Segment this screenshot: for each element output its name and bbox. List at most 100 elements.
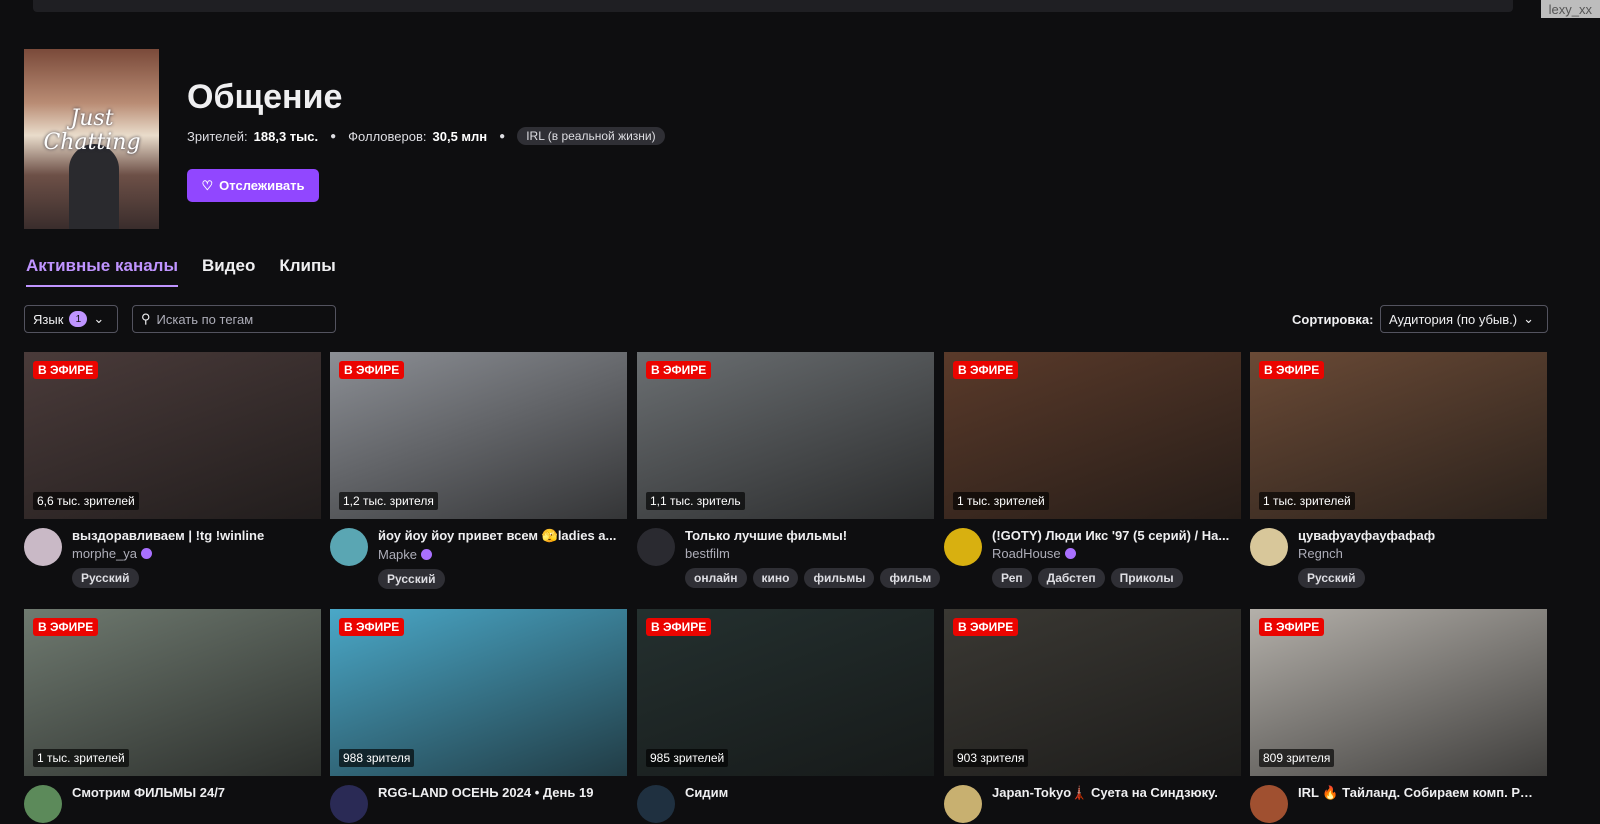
viewer-count: 1 тыс. зрителей	[953, 492, 1049, 510]
channel-name[interactable]: Mapke	[378, 547, 417, 562]
viewer-count: 188,3 тыс.	[253, 128, 319, 144]
channel-name[interactable]: Regnch	[1298, 546, 1343, 561]
stream-card[interactable]: В ЭФИРЕ 6,6 тыс. зрителей выздоравливаем…	[24, 352, 321, 588]
viewer-count: 809 зрителя	[1259, 749, 1335, 767]
channel-avatar[interactable]	[637, 785, 675, 823]
stream-tag[interactable]: фильм	[880, 568, 941, 588]
stream-card[interactable]: В ЭФИРЕ 1 тыс. зрителей цувафуауфауфафаф…	[1250, 352, 1547, 588]
viewer-count: 1 тыс. зрителей	[1259, 492, 1355, 510]
page-title: Общение	[187, 78, 343, 116]
stream-tag[interactable]: Реп	[992, 568, 1032, 588]
stream-title[interactable]: выздоравливаем | !tg !winline	[72, 528, 312, 543]
stream-title[interactable]: IRL 🔥 Тайланд. Собираем комп. Раз...	[1298, 785, 1538, 801]
live-badge: В ЭФИРЕ	[953, 618, 1019, 636]
follow-button[interactable]: ♡ Отслеживать	[187, 169, 319, 202]
stream-title[interactable]: (!GOTY) Люди Икс '97 (5 серий) / На...	[992, 528, 1232, 543]
stream-card[interactable]: В ЭФИРЕ 903 зрителя Japan-Tokyo🗼 Суета н…	[944, 609, 1241, 823]
chevron-down-icon: ⌄	[93, 311, 105, 326]
stream-card[interactable]: В ЭФИРЕ 985 зрителей Сидим	[637, 609, 934, 823]
stream-tag[interactable]: Дабстеп	[1037, 568, 1105, 588]
verified-icon	[1064, 548, 1076, 559]
channel-name[interactable]: morphe_ya	[72, 546, 137, 561]
category-cover: Just Chatting	[24, 49, 159, 229]
stream-thumbnail[interactable]: В ЭФИРЕ 1,1 тыс. зритель	[637, 352, 934, 519]
language-filter[interactable]: Язык 1 ⌄	[24, 305, 118, 333]
stream-title[interactable]: йоу йоу йоу привет всем 🫣ladies a...	[378, 528, 618, 544]
channel-name[interactable]: RoadHouse	[992, 546, 1061, 561]
language-count-badge: 1	[69, 311, 88, 327]
channel-avatar[interactable]	[330, 528, 368, 566]
live-badge: В ЭФИРЕ	[339, 361, 405, 379]
sort-select[interactable]: Аудитория (по убыв.) ⌄	[1380, 305, 1548, 333]
stream-tag[interactable]: онлайн	[685, 568, 747, 588]
microphone-image	[69, 144, 119, 229]
stream-card[interactable]: В ЭФИРЕ 1 тыс. зрителей (!GOTY) Люди Икс…	[944, 352, 1241, 588]
channel-name[interactable]: bestfilm	[685, 546, 730, 561]
stream-tag[interactable]: Русский	[1298, 568, 1365, 588]
stream-card[interactable]: В ЭФИРЕ 1,2 тыс. зрителя йоу йоу йоу при…	[330, 352, 627, 589]
channel-avatar[interactable]	[637, 528, 675, 566]
cover-logo: Just Chatting	[43, 106, 141, 155]
stream-card[interactable]: В ЭФИРЕ 1 тыс. зрителей Смотрим ФИЛЬМЫ 2…	[24, 609, 321, 823]
top-nav-bar	[33, 0, 1513, 12]
tab-clips[interactable]: Клипы	[279, 256, 335, 287]
stream-title[interactable]: цувафуауфауфафаф	[1298, 528, 1538, 543]
stream-tag[interactable]: Русский	[378, 569, 445, 589]
category-stats: Зрителей: 188,3 тыс. ● Фолловеров: 30,5 мл…	[187, 127, 665, 145]
stream-thumbnail[interactable]: В ЭФИРЕ 985 зрителей	[637, 609, 934, 776]
live-badge: В ЭФИРЕ	[1259, 361, 1325, 379]
live-badge: В ЭФИРЕ	[646, 618, 712, 636]
live-badge: В ЭФИРЕ	[1259, 618, 1325, 636]
stream-thumbnail[interactable]: В ЭФИРЕ 903 зрителя	[944, 609, 1241, 776]
channel-avatar[interactable]	[1250, 528, 1288, 566]
viewer-count: 1,1 тыс. зритель	[646, 492, 745, 510]
channel-avatar[interactable]	[24, 785, 62, 823]
viewer-count: 985 зрителей	[646, 749, 729, 767]
verified-icon	[141, 548, 153, 559]
stream-tag[interactable]: кино	[752, 568, 799, 588]
stream-tag[interactable]: Русский	[72, 568, 139, 588]
live-badge: В ЭФИРЕ	[33, 618, 99, 636]
stream-card[interactable]: В ЭФИРЕ 809 зрителя IRL 🔥 Тайланд. Собир…	[1250, 609, 1547, 823]
stream-title[interactable]: RGG-LAND ОСЕНЬ 2024 • День 19	[378, 785, 618, 800]
sort-label: Сортировка:	[1292, 312, 1374, 327]
stream-title[interactable]: Japan-Tokyo🗼 Суета на Синдзюку.	[992, 785, 1232, 801]
search-icon: ⚲	[141, 311, 151, 326]
tab-videos[interactable]: Видео	[202, 256, 255, 287]
channel-avatar[interactable]	[944, 785, 982, 823]
tab-live-channels[interactable]: Активные каналы	[26, 256, 178, 287]
channel-avatar[interactable]	[944, 528, 982, 566]
live-badge: В ЭФИРЕ	[339, 618, 405, 636]
stream-card[interactable]: В ЭФИРЕ 988 зрителя RGG-LAND ОСЕНЬ 2024 …	[330, 609, 627, 823]
stream-card[interactable]: В ЭФИРЕ 1,1 тыс. зритель Только лучшие ф…	[637, 352, 941, 588]
channel-avatar[interactable]	[24, 528, 62, 566]
channel-avatar[interactable]	[1250, 785, 1288, 823]
live-badge: В ЭФИРЕ	[646, 361, 712, 379]
stream-thumbnail[interactable]: В ЭФИРЕ 1 тыс. зрителей	[24, 609, 321, 776]
viewer-count: 988 зрителя	[339, 749, 415, 767]
watermark: lexy_xx	[1540, 0, 1600, 18]
stream-title[interactable]: Смотрим ФИЛЬМЫ 24/7	[72, 785, 312, 800]
tag-search-input[interactable]: ⚲ Искать по тегам	[132, 305, 336, 333]
stream-thumbnail[interactable]: В ЭФИРЕ 1 тыс. зрителей	[944, 352, 1241, 519]
stream-tag[interactable]: Приколы	[1110, 568, 1183, 588]
stream-title[interactable]: Только лучшие фильмы!	[685, 528, 925, 543]
channel-avatar[interactable]	[330, 785, 368, 823]
viewer-count: 1 тыс. зрителей	[33, 749, 129, 767]
stream-thumbnail[interactable]: В ЭФИРЕ 1,2 тыс. зрителя	[330, 352, 627, 519]
live-badge: В ЭФИРЕ	[953, 361, 1019, 379]
stream-thumbnail[interactable]: В ЭФИРЕ 988 зрителя	[330, 609, 627, 776]
stream-thumbnail[interactable]: В ЭФИРЕ 6,6 тыс. зрителей	[24, 352, 321, 519]
stream-thumbnail[interactable]: В ЭФИРЕ 1 тыс. зрителей	[1250, 352, 1547, 519]
viewer-count: 903 зрителя	[953, 749, 1029, 767]
live-badge: В ЭФИРЕ	[33, 361, 99, 379]
viewer-count: 6,6 тыс. зрителей	[33, 492, 139, 510]
viewer-count: 1,2 тыс. зрителя	[339, 492, 438, 510]
stream-title[interactable]: Сидим	[685, 785, 925, 800]
stream-thumbnail[interactable]: В ЭФИРЕ 809 зрителя	[1250, 609, 1547, 776]
stream-tag[interactable]: фильмы	[804, 568, 875, 588]
category-tag[interactable]: IRL (в реальной жизни)	[517, 127, 665, 145]
chevron-down-icon: ⌄	[1523, 311, 1535, 326]
verified-icon	[421, 549, 433, 560]
heart-icon: ♡	[201, 177, 214, 193]
